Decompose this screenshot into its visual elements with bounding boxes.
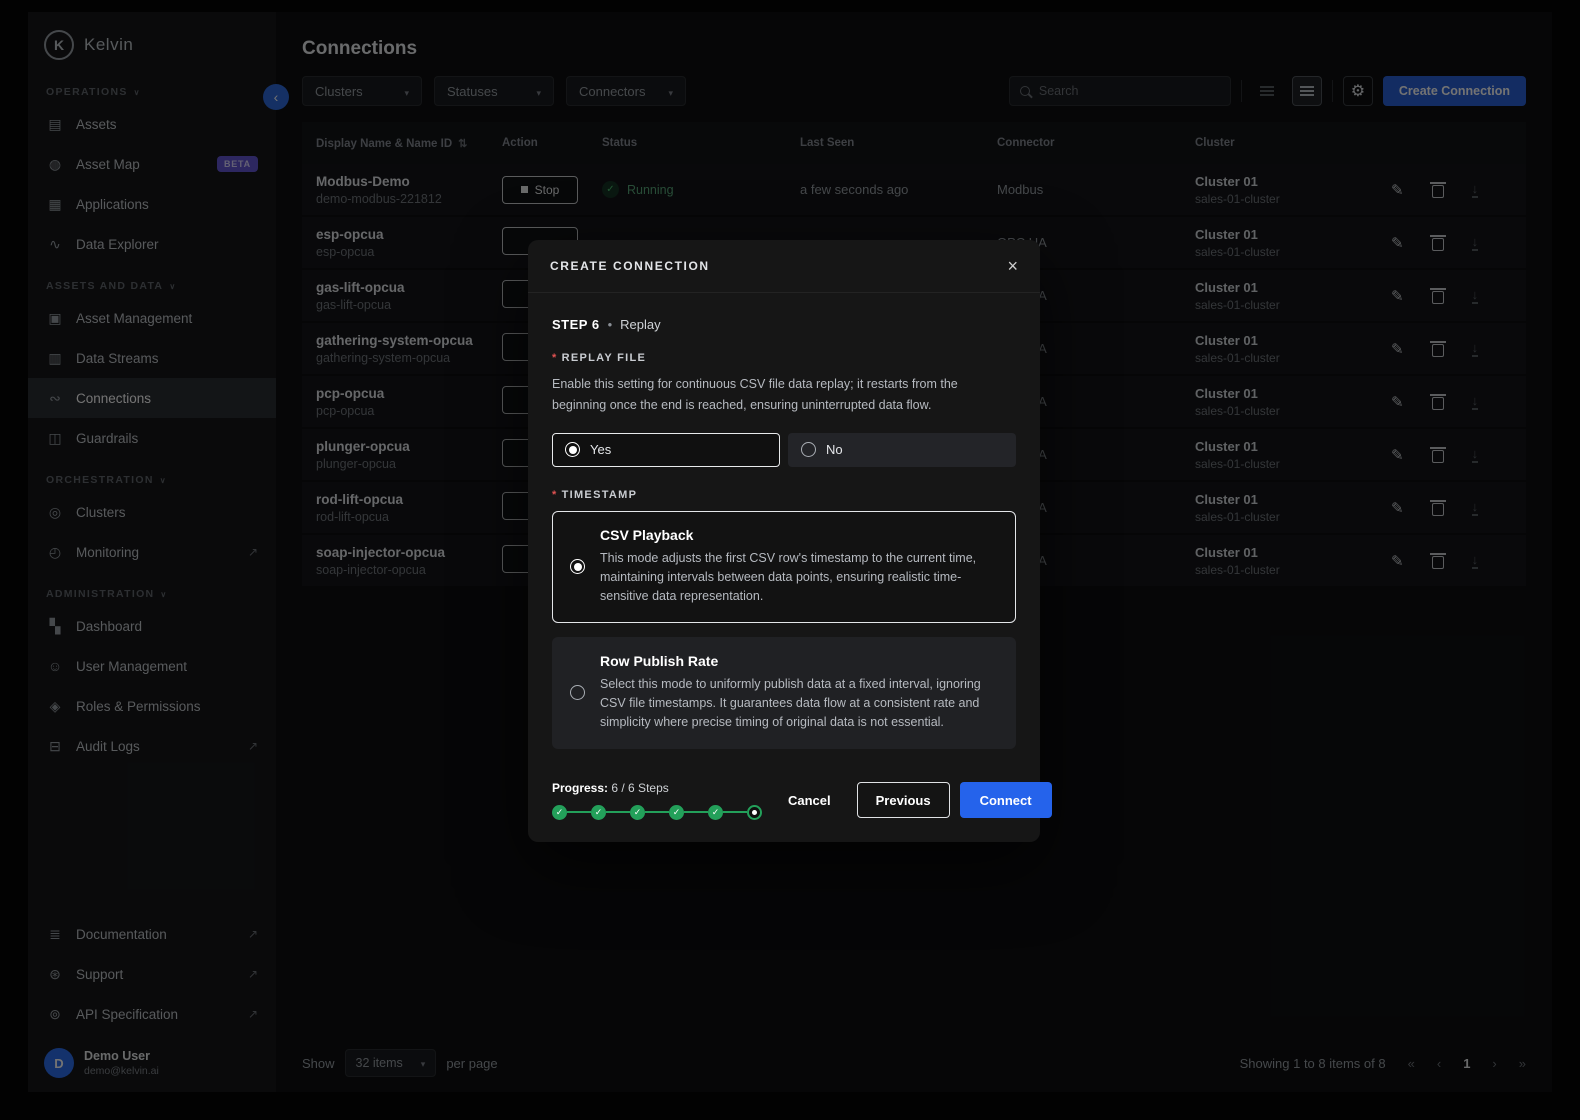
create-connection-modal: CREATE CONNECTION STEP 6 Replay REPLAY F… [528, 240, 1040, 842]
app-window: K Kelvin OPERATIONS Assets Asset MapBETA… [0, 0, 1580, 1120]
option-description: Select this mode to uniformly publish da… [600, 675, 998, 733]
replay-no-option[interactable]: No [788, 433, 1016, 467]
connect-button[interactable]: Connect [960, 782, 1052, 818]
progress-stepper [552, 805, 762, 820]
previous-button[interactable]: Previous [857, 782, 950, 818]
step-complete-icon [630, 805, 645, 820]
progress-value: 6 / 6 Steps [611, 781, 668, 795]
option-label: No [826, 442, 843, 457]
radio-selected-icon[interactable] [565, 442, 580, 457]
step-number: STEP 6 [552, 317, 600, 332]
progress-label: Progress: [552, 781, 608, 795]
radio-unselected-icon[interactable] [801, 442, 816, 457]
option-description: This mode adjusts the first CSV row's ti… [600, 549, 998, 607]
replay-yes-option[interactable]: Yes [552, 433, 780, 467]
step-name: Replay [620, 317, 660, 332]
option-title: Row Publish Rate [600, 653, 998, 669]
step-indicator: STEP 6 Replay [552, 317, 1016, 332]
required-asterisk [552, 489, 558, 501]
field-label-text: REPLAY FILE [562, 352, 647, 364]
replay-file-label: REPLAY FILE [552, 352, 1016, 364]
cancel-button[interactable]: Cancel [772, 782, 847, 818]
step-complete-icon [552, 805, 567, 820]
progress-indicator: Progress: 6 / 6 Steps [552, 781, 762, 820]
timestamp-label: TIMESTAMP [552, 489, 1016, 501]
option-label: Yes [590, 442, 611, 457]
row-publish-rate-option[interactable]: Row Publish Rate Select this mode to uni… [552, 637, 1016, 749]
field-label-text: TIMESTAMP [562, 489, 638, 501]
radio-selected-icon[interactable] [570, 559, 585, 574]
replay-file-radio-group: Yes No [552, 433, 1016, 467]
step-complete-icon [591, 805, 606, 820]
bullet-icon [608, 317, 613, 332]
step-complete-icon [669, 805, 684, 820]
step-complete-icon [708, 805, 723, 820]
option-title: CSV Playback [600, 527, 998, 543]
csv-playback-option[interactable]: CSV Playback This mode adjusts the first… [552, 511, 1016, 623]
close-icon[interactable] [1007, 257, 1018, 275]
replay-file-help: Enable this setting for continuous CSV f… [552, 374, 992, 417]
required-asterisk [552, 352, 558, 364]
step-current-icon [747, 805, 762, 820]
modal-title: CREATE CONNECTION [550, 259, 710, 273]
radio-unselected-icon[interactable] [570, 685, 585, 700]
